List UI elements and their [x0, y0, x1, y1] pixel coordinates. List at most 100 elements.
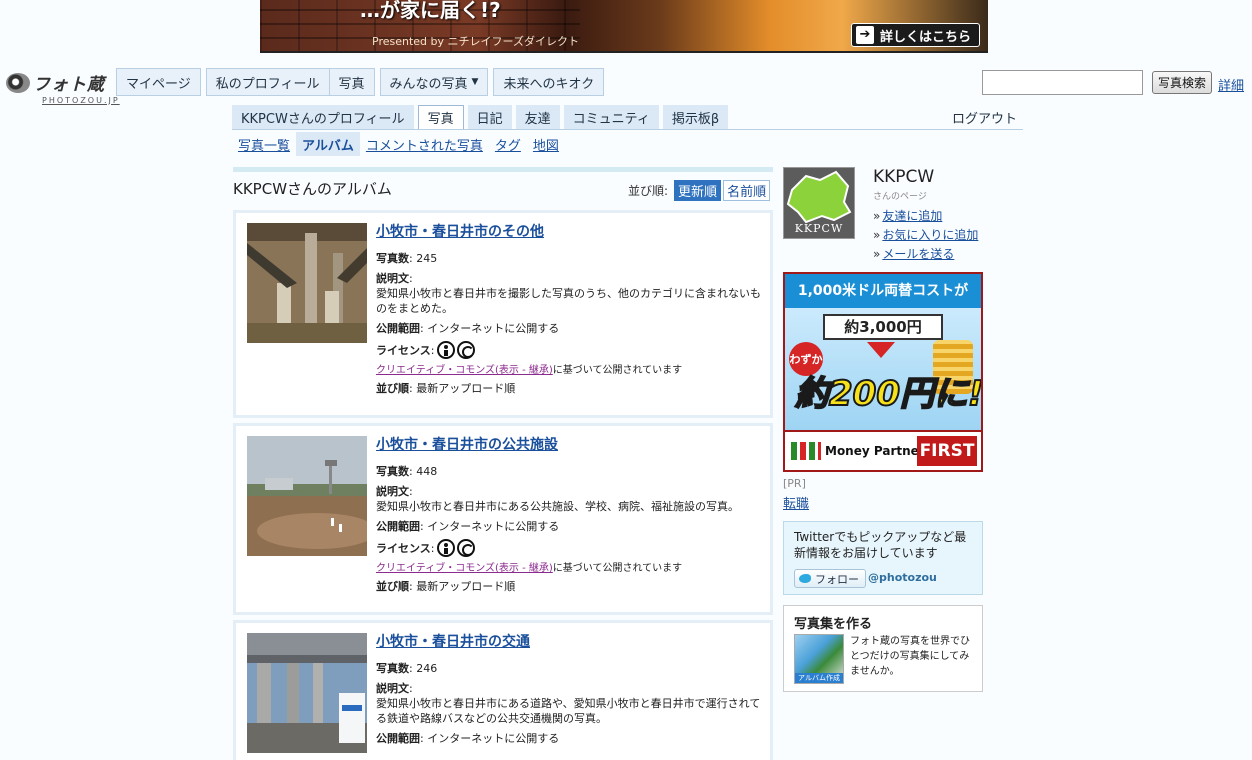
- scope-label: 公開範囲: [376, 732, 420, 745]
- album-thumbnail[interactable]: [247, 223, 367, 343]
- add-friend-link[interactable]: 友達に追加: [882, 209, 942, 223]
- nav-kioku[interactable]: 未来へのキオク: [493, 68, 605, 96]
- profile-name: KKPCW: [873, 167, 935, 187]
- banner-cta-label: 詳しくはこちら: [879, 29, 971, 45]
- count-label: 写真数: [376, 465, 409, 478]
- album-order: 並び順: 最新アップロード順: [376, 382, 516, 395]
- search-detail-link[interactable]: 詳細: [1218, 75, 1244, 94]
- nav-everyone-photos[interactable]: みんなの写真 ▼: [379, 68, 489, 96]
- user-tabs: KKPCWさんのプロフィール 写真 日記 友達 コミュニティ 掲示板β: [232, 105, 732, 130]
- tab-friends[interactable]: 友達: [515, 105, 560, 129]
- raquo-icon: »: [873, 228, 881, 242]
- raquo-icon: »: [873, 209, 881, 223]
- camera-lens-icon: [6, 73, 30, 93]
- profile-sub: さんのページ: [873, 192, 927, 202]
- top-banner-ad[interactable]: …が家に届く!? Presented by ニチレイフーズダイレクト ➔ 詳しく…: [260, 0, 988, 53]
- nav-photos[interactable]: 写真: [329, 68, 375, 96]
- avatar-label: KKPCW: [794, 222, 844, 235]
- ad-first-logo: FIRST: [917, 436, 977, 466]
- raquo-icon: »: [873, 247, 881, 261]
- tab-community[interactable]: コミュニティ: [563, 105, 659, 129]
- photobook-title[interactable]: 写真集を作る: [794, 613, 872, 632]
- nav-my-profile[interactable]: 私のプロフィール: [205, 68, 330, 96]
- scope-label: 公開範囲: [376, 520, 420, 533]
- subnav-tags[interactable]: タグ: [489, 132, 527, 156]
- twitter-bird-icon: [799, 574, 811, 583]
- cc-suffix: に基づいて公開されています: [552, 563, 683, 574]
- album-title-link[interactable]: 小牧市・春日井市の交通: [376, 631, 761, 651]
- cc-notice: クリエイティブ・コモンズ(表示 - 継承)に基づいて公開されています: [376, 361, 761, 376]
- count-value: 448: [416, 465, 438, 478]
- nav-mypage[interactable]: マイページ: [116, 68, 201, 96]
- album-count: 写真数: 245: [376, 252, 438, 265]
- ad-mid-text: 約3,000円: [823, 314, 943, 340]
- album-thumbnail[interactable]: [247, 633, 367, 753]
- count-value: 245: [416, 252, 438, 265]
- order-label: 並び順: [376, 580, 409, 593]
- subnav-album[interactable]: アルバム: [296, 132, 360, 156]
- avatar[interactable]: KKPCW: [783, 167, 855, 239]
- logout-link[interactable]: ログアウト: [952, 108, 1017, 127]
- subnav-map[interactable]: 地図: [527, 132, 565, 156]
- global-nav: マイページ 私のプロフィール 写真 みんなの写真 ▼ 未来へのキオク: [116, 68, 609, 96]
- album-scope: 公開範囲: インターネットに公開する: [376, 520, 560, 533]
- caret-down-icon: ▼: [471, 77, 479, 87]
- page-title: KKPCWさんのアルバム: [233, 180, 392, 198]
- site-logo[interactable]: フォト蔵 PHOTOZOU.JP: [6, 70, 118, 105]
- sort-label: 並び順:: [628, 184, 669, 198]
- thumb-image-1: [247, 223, 367, 343]
- photobook-image[interactable]: アルバム作成: [794, 634, 844, 684]
- pr-link[interactable]: 転職: [783, 493, 809, 512]
- side-ad-banner[interactable]: 1,000米ドル両替コストが 約3,000円 わずか 約200円に! Money…: [783, 272, 983, 472]
- scope-value: インターネットに公開する: [427, 520, 560, 533]
- count-value: 246: [416, 662, 438, 675]
- album-info: 小牧市・春日井市の公共施設 写真数: 448 説明文: 愛知県小牧市と春日井市にあ…: [376, 434, 761, 599]
- banner-cta-button[interactable]: ➔ 詳しくはこちら: [850, 23, 980, 47]
- twitter-follow-button[interactable]: フォロー: [794, 569, 866, 588]
- album-title-link[interactable]: 小牧市・春日井市のその他: [376, 221, 761, 241]
- tab-board[interactable]: 掲示板β: [662, 105, 729, 129]
- album-title-link[interactable]: 小牧市・春日井市の公共施設: [376, 434, 761, 454]
- add-favorite-link[interactable]: お気に入りに追加: [882, 228, 978, 242]
- album-count: 写真数: 246: [376, 662, 438, 675]
- order-label: 並び順: [376, 382, 409, 395]
- cc-by-icon: [436, 341, 455, 359]
- desc-label: 説明文: [376, 272, 409, 285]
- nav-everyone-photos-label: みんなの写真: [389, 76, 468, 92]
- order-value: 最新アップロード順: [416, 382, 516, 395]
- sort-updated[interactable]: 更新順: [674, 180, 722, 201]
- cc-license-link[interactable]: クリエイティブ・コモンズ(表示 - 継承): [376, 365, 553, 376]
- tab-photos[interactable]: 写真: [417, 105, 464, 130]
- count-label: 写真数: [376, 252, 409, 265]
- album-count: 写真数: 448: [376, 465, 438, 478]
- tab-profile[interactable]: KKPCWさんのプロフィール: [232, 105, 414, 129]
- album-info: 小牧市・春日井市の交通 写真数: 246 説明文: 愛知県小牧市と春日井市にある道…: [376, 631, 761, 751]
- album-order: 並び順: 最新アップロード順: [376, 580, 516, 593]
- ad-brand-bar: Money Partners FIRST: [785, 430, 981, 470]
- sort-name[interactable]: 名前順: [723, 180, 771, 201]
- cc-license-link[interactable]: クリエイティブ・コモンズ(表示 - 継承): [376, 563, 553, 574]
- thumb-image-3: [247, 633, 367, 753]
- profile-link-row: » お気に入りに追加: [873, 226, 978, 245]
- profile-link-row: » 友達に追加: [873, 207, 978, 226]
- desc-value: 愛知県小牧市と春日井市にある公共施設、学校、病院、福祉施設の写真。: [376, 500, 739, 513]
- tab-diary[interactable]: 日記: [467, 105, 512, 129]
- subnav-photo-list[interactable]: 写真一覧: [232, 132, 296, 156]
- album-card: 小牧市・春日井市の公共施設 写真数: 448 説明文: 愛知県小牧市と春日井市にあ…: [233, 423, 773, 615]
- send-mail-link[interactable]: メールを送る: [882, 247, 954, 261]
- twitter-handle[interactable]: @photozou: [868, 571, 937, 584]
- search-button[interactable]: 写真検索: [1152, 71, 1212, 94]
- album-thumbnail[interactable]: [247, 436, 367, 556]
- cc-sa-icon: [456, 539, 475, 557]
- scope-value: インターネットに公開する: [427, 322, 560, 335]
- banner-headline: …が家に届く!?: [360, 0, 501, 22]
- cc-suffix: に基づいて公開されています: [552, 365, 683, 376]
- photobook-text: フォト蔵の写真を世界でひとつだけの写真集にしてみませんか。: [850, 636, 970, 677]
- count-label: 写真数: [376, 662, 409, 675]
- search-input[interactable]: [982, 70, 1143, 95]
- subnav-commented[interactable]: コメントされた写真: [360, 132, 489, 156]
- sort-control: 並び順: 更新順 名前順: [628, 180, 771, 201]
- arrow-down-icon: [867, 342, 895, 358]
- album-desc: 説明文: 愛知県小牧市と春日井市にある公共施設、学校、病院、福祉施設の写真。: [376, 485, 739, 513]
- scope-label: 公開範囲: [376, 322, 420, 335]
